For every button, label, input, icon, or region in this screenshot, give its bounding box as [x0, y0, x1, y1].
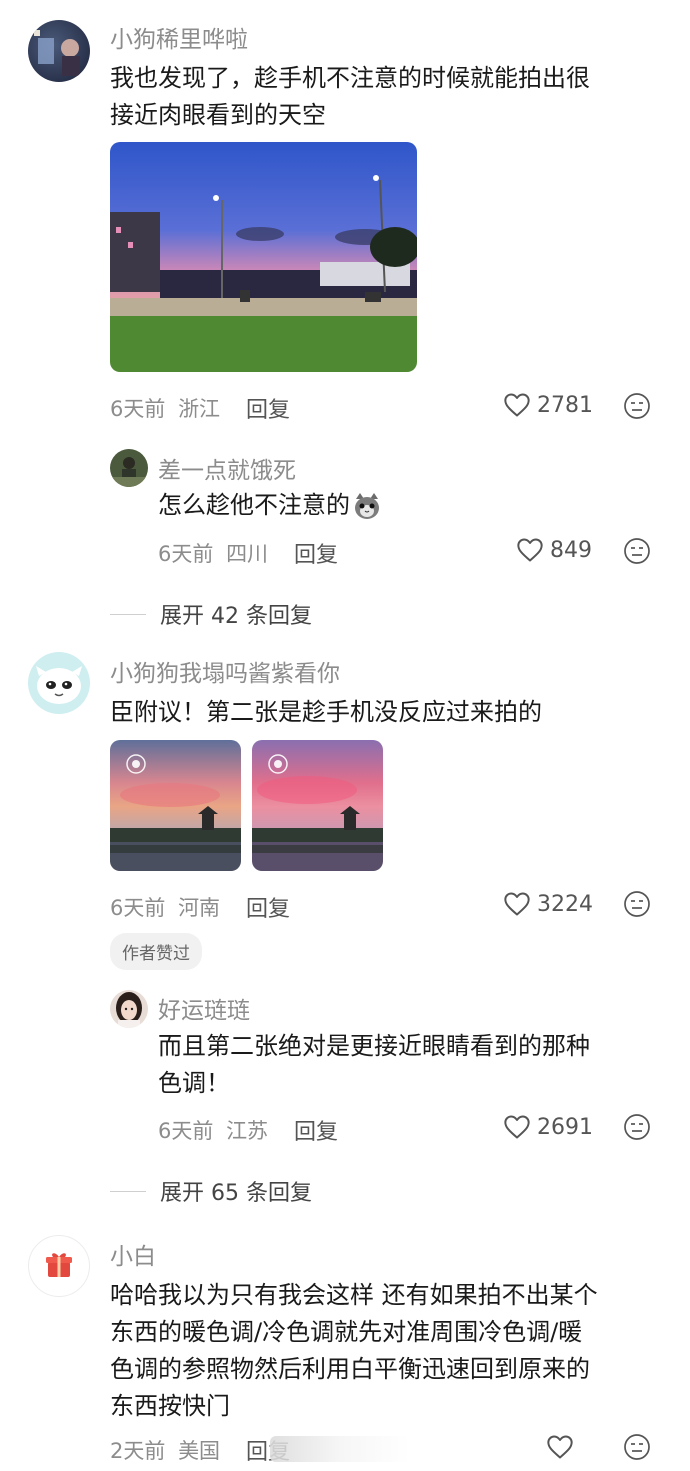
comment-photo[interactable] — [110, 740, 241, 871]
dislike-face-icon[interactable] — [623, 392, 651, 420]
comment-text-line: 我也发现了，趁手机不注意的时候就能拍出很 — [110, 64, 590, 92]
heart-icon — [547, 1435, 573, 1459]
reply-text-line: 色调！ — [158, 1069, 230, 1097]
reply-location: 四川 — [226, 542, 269, 566]
username[interactable]: 小狗稀里哗啦 — [110, 20, 248, 54]
comment-location: 美国 — [178, 1439, 221, 1463]
avatar[interactable] — [110, 449, 148, 487]
expand-replies-button[interactable]: 展开 65 条回复 — [110, 1175, 312, 1207]
sunset-photo-image — [252, 740, 383, 871]
avatar-image — [116, 992, 142, 1028]
dislike-face-icon[interactable] — [623, 1433, 651, 1461]
sunset-photo-image — [110, 740, 241, 871]
expand-replies-button[interactable]: 展开 42 条回复 — [110, 598, 312, 630]
gift-icon — [46, 1253, 72, 1277]
reply-button[interactable]: 回复 — [294, 537, 338, 569]
divider-line — [110, 1190, 146, 1192]
comment-location: 河南 — [178, 896, 221, 920]
reply-time: 6天前 — [158, 542, 214, 566]
comment-text-line: 哈哈我以为只有我会这样 还有如果拍不出某个 — [110, 1281, 598, 1309]
heart-icon — [504, 393, 530, 417]
comment-text-line: 接近肉眼看到的天空 — [110, 101, 326, 129]
username[interactable]: 好运琏琏 — [158, 991, 250, 1025]
sky-photo-image — [110, 142, 417, 372]
like-button[interactable]: 849 — [516, 537, 592, 563]
comment-time: 2天前 — [110, 1439, 166, 1463]
dislike-face-icon[interactable] — [623, 1113, 651, 1141]
comment-text: 我也发现了，趁手机不注意的时候就能拍出很 接近肉眼看到的天空 — [110, 60, 670, 134]
like-button[interactable] — [546, 1434, 574, 1460]
like-count: 849 — [550, 537, 592, 563]
comment-time: 6天前 — [110, 896, 166, 920]
expand-replies-label: 展开 42 条回复 — [160, 604, 312, 629]
heart-icon — [504, 1115, 530, 1139]
avatar[interactable] — [28, 1235, 90, 1297]
comment-location: 浙江 — [178, 397, 221, 421]
avatar-image — [34, 30, 80, 76]
comment-text-line: 东西按快门 — [110, 1392, 230, 1420]
username[interactable]: 小狗狗我塌吗酱紫看你 — [110, 654, 340, 688]
heart-icon — [517, 538, 543, 562]
comment-time: 6天前 — [110, 397, 166, 421]
reply-meta: 6天前 江苏 — [158, 1115, 268, 1145]
reply-button[interactable]: 回复 — [246, 392, 290, 424]
avatar[interactable] — [28, 20, 90, 82]
comment-text: 臣附议！第二张是趁手机没反应过来拍的 — [110, 698, 542, 726]
comment-meta: 6天前 浙江 — [110, 393, 220, 423]
like-button[interactable]: 2781 — [503, 392, 593, 418]
like-count: 3224 — [537, 891, 593, 917]
like-button[interactable]: 2691 — [503, 1114, 593, 1140]
divider-line — [110, 613, 146, 615]
reply-text: 怎么趁他不注意的 — [158, 487, 382, 524]
reply-time: 6天前 — [158, 1119, 214, 1143]
watermark-blur — [270, 1436, 410, 1462]
cat-emoji-icon — [355, 492, 379, 519]
comment-text-line: 色调的参照物然后利用白平衡迅速回到原来的 — [110, 1355, 590, 1383]
heart-icon — [504, 892, 530, 916]
avatar[interactable] — [28, 652, 90, 714]
like-button[interactable]: 3224 — [503, 891, 593, 917]
like-count: 2781 — [537, 392, 593, 418]
reply-button[interactable]: 回复 — [246, 891, 290, 923]
reply-location: 江苏 — [226, 1119, 269, 1143]
comment-meta: 2天前 美国 — [110, 1435, 220, 1465]
dislike-face-icon[interactable] — [623, 537, 651, 565]
comment-text: 哈哈我以为只有我会这样 还有如果拍不出某个 东西的暖色调/冷色调就先对准周围冷色… — [110, 1277, 680, 1425]
like-count: 2691 — [537, 1114, 593, 1140]
reply-text-line: 而且第二张绝对是更接近眼睛看到的那种 — [158, 1032, 590, 1060]
dislike-face-icon[interactable] — [623, 890, 651, 918]
reply-meta: 6天前 四川 — [158, 538, 268, 568]
reply-text: 而且第二张绝对是更接近眼睛看到的那种 色调！ — [158, 1028, 668, 1102]
avatar-image — [36, 666, 82, 704]
reply-text-line: 怎么趁他不注意的 — [158, 491, 350, 519]
username[interactable]: 差一点就饿死 — [158, 451, 296, 485]
avatar[interactable] — [110, 990, 148, 1028]
expand-replies-label: 展开 65 条回复 — [160, 1181, 312, 1206]
author-liked-badge: 作者赞过 — [110, 933, 202, 970]
comment-photo[interactable] — [252, 740, 383, 871]
reply-button[interactable]: 回复 — [294, 1114, 338, 1146]
avatar-image — [110, 457, 148, 487]
username[interactable]: 小白 — [110, 1237, 156, 1271]
comment-photo[interactable] — [110, 142, 417, 372]
comment-meta: 6天前 河南 — [110, 892, 220, 922]
comment-text-line: 东西的暖色调/冷色调就先对准周围冷色调/暖 — [110, 1318, 583, 1346]
